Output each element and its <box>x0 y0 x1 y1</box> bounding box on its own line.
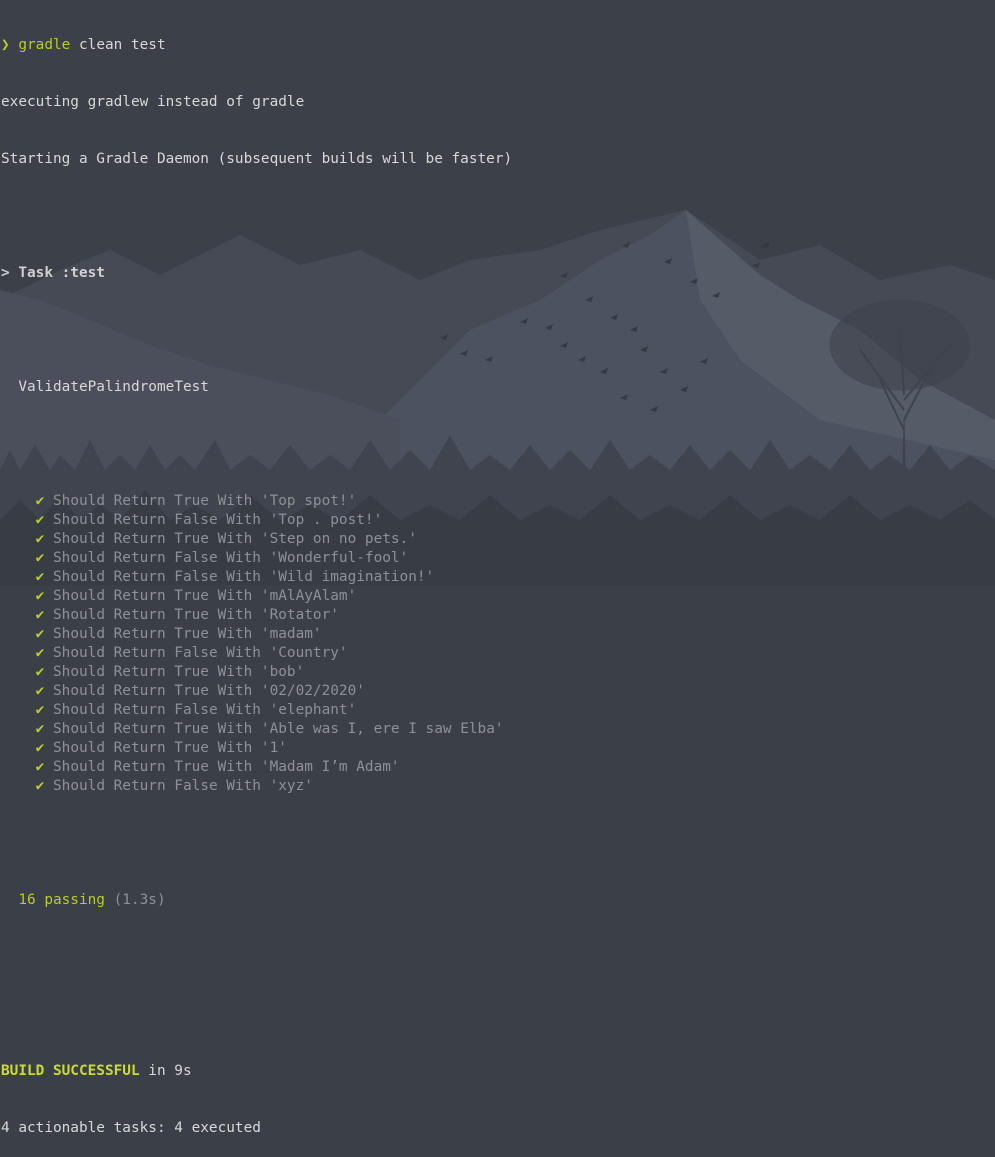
test-result-item: ✔ Should Return True With 'Step on no pe… <box>1 530 512 549</box>
test-result-item: ✔ Should Return False With 'Top . post!' <box>1 511 512 530</box>
test-name: Should Return True With 'Step on no pets… <box>53 531 417 547</box>
command-name: gradle <box>18 37 71 53</box>
test-name: Should Return False With 'elephant' <box>53 702 357 718</box>
test-name: Should Return True With 'Madam I’m Adam' <box>53 759 400 775</box>
check-icon: ✔ <box>35 493 45 509</box>
check-icon: ✔ <box>35 721 45 737</box>
test-result-item: ✔ Should Return True With '1' <box>1 739 512 758</box>
prompt-line: ❯ gradle clean test <box>1 36 512 55</box>
test-result-item: ✔ Should Return False With 'elephant' <box>1 701 512 720</box>
test-duration: (1.3s) <box>113 892 166 908</box>
output-line: Starting a Gradle Daemon (subsequent bui… <box>1 151 513 167</box>
test-name: Should Return False With 'xyz' <box>53 778 313 794</box>
build-tasks-line: 4 actionable tasks: 4 executed <box>1 1120 261 1136</box>
test-name: Should Return False With 'Top . post!' <box>53 512 383 528</box>
check-icon: ✔ <box>35 626 45 642</box>
check-icon: ✔ <box>35 607 45 623</box>
test-result-item: ✔ Should Return True With 'madam' <box>1 625 512 644</box>
test-result-item: ✔ Should Return True With 'bob' <box>1 663 512 682</box>
task-header: > Task :test <box>1 265 105 281</box>
check-icon: ✔ <box>35 569 45 585</box>
check-icon: ✔ <box>35 683 45 699</box>
test-name: Should Return False With 'Wonderful-fool… <box>53 550 409 566</box>
test-name: Should Return True With 'mAlAyAlam' <box>53 588 357 604</box>
terminal-output: ❯ gradle clean test executing gradlew in… <box>1 0 512 1157</box>
test-result-item: ✔ Should Return False With 'Wonderful-fo… <box>1 549 512 568</box>
test-result-item: ✔ Should Return True With 'mAlAyAlam' <box>1 587 512 606</box>
test-name: Should Return True With '1' <box>53 740 287 756</box>
check-icon: ✔ <box>35 664 45 680</box>
prompt-arrow-icon: ❯ <box>1 37 10 53</box>
test-result-item: ✔ Should Return False With 'Wild imagina… <box>1 568 512 587</box>
build-status-line: BUILD SUCCESSFUL in 9s <box>1 1062 512 1081</box>
test-result-item: ✔ Should Return True With 'Madam I’m Ada… <box>1 758 512 777</box>
output-line: executing gradlew instead of gradle <box>1 94 305 110</box>
test-result-item: ✔ Should Return False With 'Country' <box>1 644 512 663</box>
check-icon: ✔ <box>35 740 45 756</box>
check-icon: ✔ <box>35 588 45 604</box>
test-name: Should Return True With 'Top spot!' <box>53 493 357 509</box>
test-name: Should Return False With 'Country' <box>53 645 348 661</box>
test-result-item: ✔ Should Return True With 'Able was I, e… <box>1 720 512 739</box>
passing-count: 16 passing <box>18 892 105 908</box>
test-result-item: ✔ Should Return True With '02/02/2020' <box>1 682 512 701</box>
test-name: Should Return True With 'Rotator' <box>53 607 339 623</box>
test-name: Should Return False With 'Wild imaginati… <box>53 569 435 585</box>
test-name: Should Return True With '02/02/2020' <box>53 683 365 699</box>
test-name: Should Return True With 'Able was I, ere… <box>53 721 504 737</box>
suite-name-line: ValidatePalindromeTest <box>1 378 512 397</box>
command-args: clean test <box>70 37 166 53</box>
check-icon: ✔ <box>35 702 45 718</box>
test-result-item: ✔ Should Return True With 'Rotator' <box>1 606 512 625</box>
check-icon: ✔ <box>35 512 45 528</box>
test-results-list: ✔ Should Return True With 'Top spot!' ✔ … <box>1 492 512 796</box>
check-icon: ✔ <box>35 550 45 566</box>
test-result-item: ✔ Should Return False With 'xyz' <box>1 777 512 796</box>
check-icon: ✔ <box>35 531 45 547</box>
test-result-item: ✔ Should Return True With 'Top spot!' <box>1 492 512 511</box>
test-name: Should Return True With 'bob' <box>53 664 305 680</box>
build-time: in 9s <box>139 1063 192 1079</box>
check-icon: ✔ <box>35 645 45 661</box>
passing-summary: 16 passing (1.3s) <box>1 891 512 910</box>
check-icon: ✔ <box>35 759 45 775</box>
build-status: BUILD SUCCESSFUL <box>1 1063 140 1079</box>
test-name: Should Return True With 'madam' <box>53 626 322 642</box>
suite-name: ValidatePalindromeTest <box>18 379 209 395</box>
check-icon: ✔ <box>35 778 45 794</box>
